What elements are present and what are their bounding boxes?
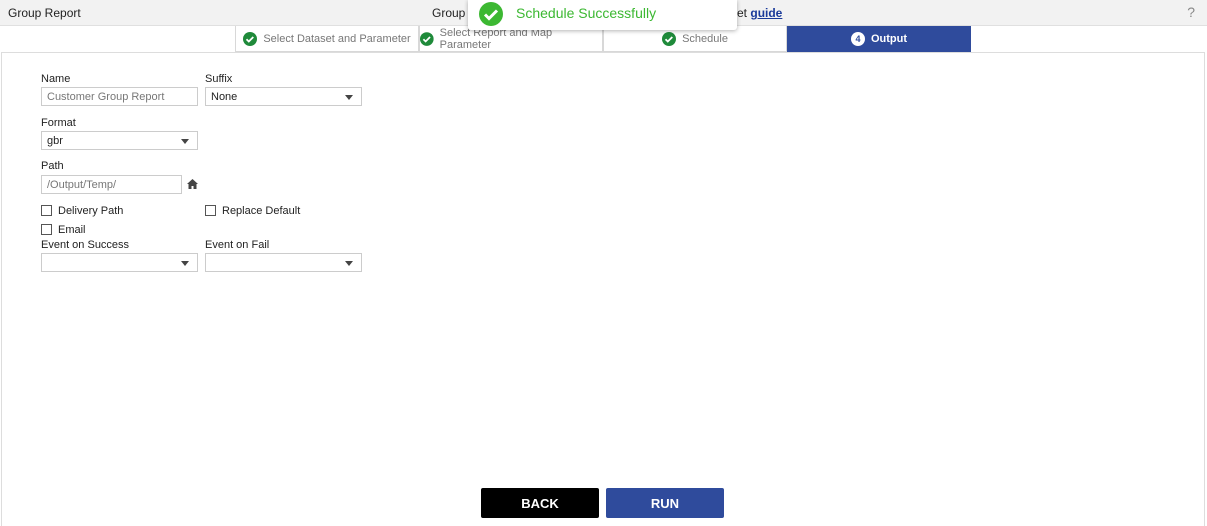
delivery-path-checkbox[interactable] <box>41 205 52 216</box>
step-label: Select Report and Map Parameter <box>439 26 553 51</box>
step-output[interactable]: 4 Output <box>787 26 971 52</box>
guide-link[interactable]: guide <box>750 6 782 20</box>
check-circle-icon <box>243 31 258 46</box>
replace-default-checkbox[interactable] <box>205 205 216 216</box>
format-select[interactable]: gbr <box>41 131 198 150</box>
step-label: Select Dataset and Parameter <box>263 32 411 45</box>
path-label: Path <box>41 160 64 172</box>
event-fail-select[interactable] <box>205 253 362 272</box>
check-circle-icon <box>420 31 434 46</box>
toast-message: Schedule Successfully <box>516 5 657 21</box>
format-label: Format <box>41 117 76 129</box>
header-info-text: Group r <box>432 6 473 20</box>
chevron-down-icon <box>181 261 189 266</box>
header-guide-text: et guide <box>737 6 782 20</box>
step-label: Output <box>870 32 908 45</box>
format-value: gbr <box>47 135 63 147</box>
check-circle-icon <box>479 2 503 26</box>
suffix-label: Suffix <box>205 73 233 85</box>
path-input[interactable]: /Output/Temp/ <box>41 175 182 194</box>
step-label: Schedule <box>682 32 728 45</box>
name-input[interactable]: Customer Group Report <box>41 87 198 106</box>
chevron-down-icon <box>181 139 189 144</box>
replace-default-label: Replace Default <box>222 205 301 217</box>
chevron-down-icon <box>345 95 353 100</box>
event-success-select[interactable] <box>41 253 198 272</box>
help-icon[interactable]: ? <box>1187 4 1195 20</box>
step-select-dataset[interactable]: Select Dataset and Parameter <box>235 26 419 52</box>
suffix-value: None <box>211 91 238 103</box>
check-circle-icon <box>662 31 677 46</box>
event-success-label: Event on Success <box>41 239 130 251</box>
email-label: Email <box>58 224 86 236</box>
name-label: Name <box>41 73 71 85</box>
step-number: 4 <box>850 31 865 46</box>
home-icon[interactable] <box>187 179 198 189</box>
suffix-select[interactable]: None <box>205 87 362 106</box>
success-toast: Schedule Successfully <box>468 0 737 30</box>
output-panel <box>1 52 1205 526</box>
page-title: Group Report <box>8 6 81 20</box>
header-guide-prefix: et <box>737 6 748 20</box>
chevron-down-icon <box>345 261 353 266</box>
email-checkbox[interactable] <box>41 224 52 235</box>
back-button[interactable]: BACK <box>481 488 599 518</box>
delivery-path-label: Delivery Path <box>58 205 124 217</box>
event-fail-label: Event on Fail <box>205 239 270 251</box>
run-button[interactable]: RUN <box>606 488 724 518</box>
